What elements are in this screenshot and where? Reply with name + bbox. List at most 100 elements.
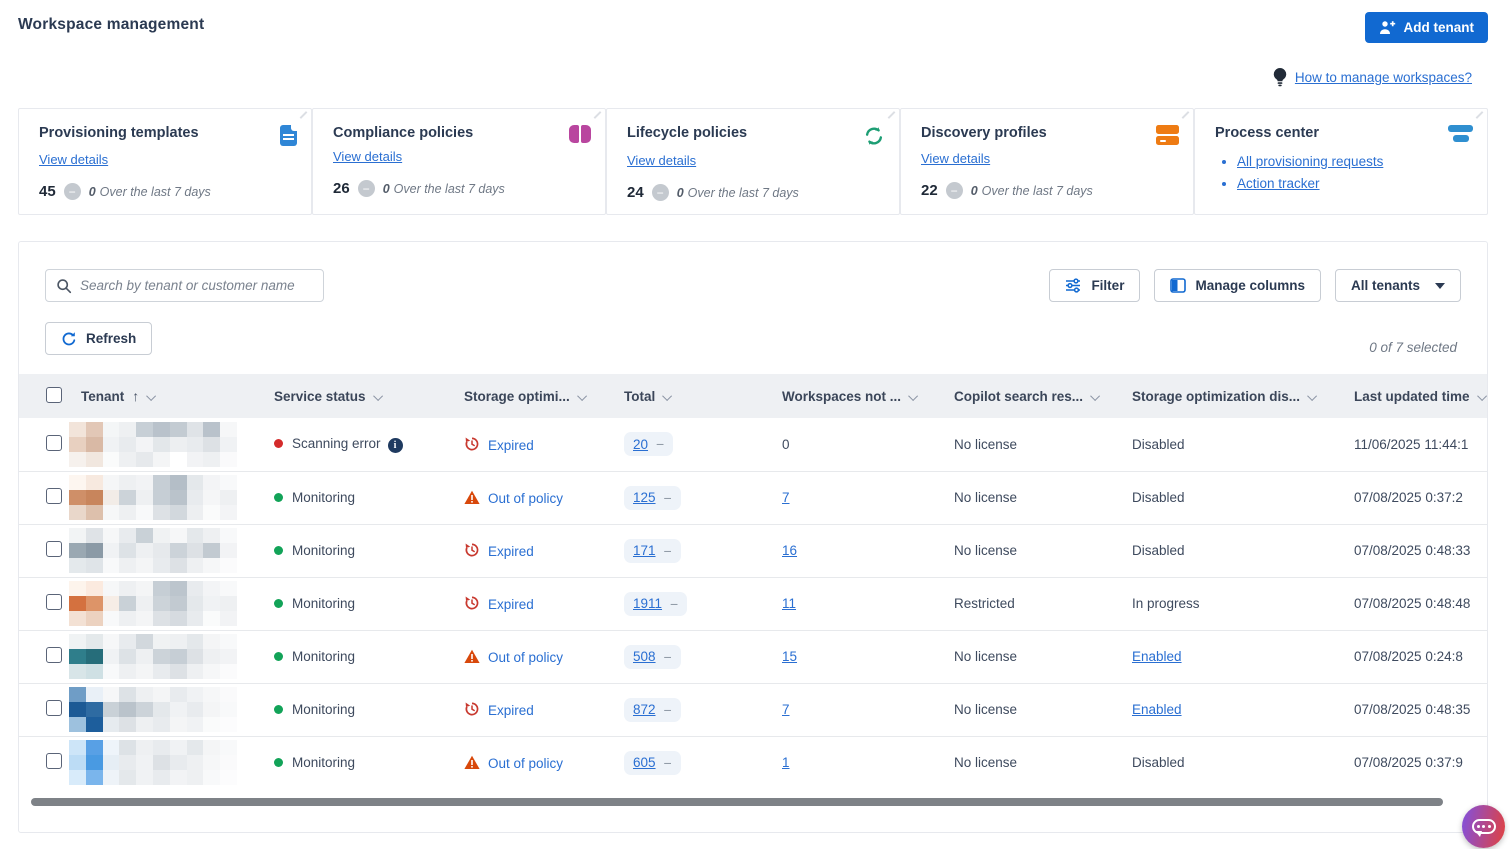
how-to-manage-link[interactable]: How to manage workspaces?: [1295, 70, 1472, 85]
total-link[interactable]: 872: [633, 702, 656, 717]
stack-icon: [1448, 125, 1473, 144]
total-pill: 1911−: [624, 592, 687, 616]
filter-button[interactable]: Filter: [1049, 269, 1140, 302]
redacted-tenant-name: [69, 475, 237, 520]
workspaces-not-link[interactable]: 11: [782, 596, 796, 611]
filter-sliders-icon: [1065, 278, 1082, 293]
row-checkbox[interactable]: [46, 541, 62, 557]
tenant-scope-dropdown[interactable]: All tenants: [1335, 269, 1461, 302]
column-header-storage-optimization[interactable]: Storage optimi...: [446, 374, 606, 418]
workspaces-not-link[interactable]: 7: [782, 490, 790, 505]
table-row[interactable]: Monitoring Out of policy 508− 15 No lice…: [19, 630, 1488, 683]
chevron-down-icon[interactable]: [1090, 391, 1100, 401]
action-tracker-link[interactable]: Action tracker: [1237, 176, 1320, 191]
total-link[interactable]: 125: [633, 490, 656, 505]
tenant-table-panel: Filter Manage columns All tenants Refres…: [18, 241, 1488, 833]
process-center-links: All provisioning requests Action tracker: [1237, 154, 1473, 191]
row-checkbox[interactable]: [46, 753, 62, 769]
selection-summary: 0 of 7 selected: [1369, 340, 1457, 355]
copilot-license: No license: [954, 755, 1017, 770]
total-link[interactable]: 1911: [633, 596, 662, 611]
chevron-down-icon[interactable]: [1307, 391, 1317, 401]
copilot-license: No license: [954, 649, 1017, 664]
chevron-down-icon[interactable]: [146, 391, 156, 401]
history-icon: [464, 701, 480, 717]
storage-status-link[interactable]: Expired: [488, 438, 534, 453]
column-header-copilot-search[interactable]: Copilot search res...: [936, 374, 1114, 418]
table-row[interactable]: Monitoring Out of policy 605− 1 No licen…: [19, 736, 1488, 789]
manage-columns-button[interactable]: Manage columns: [1154, 269, 1321, 302]
chevron-down-icon[interactable]: [373, 391, 383, 401]
column-header-workspaces-not[interactable]: Workspaces not ...: [764, 374, 936, 418]
chevron-down-icon[interactable]: [662, 391, 672, 401]
status-dot-ok: [274, 546, 283, 555]
copilot-license: No license: [954, 437, 1017, 452]
info-icon[interactable]: i: [388, 438, 403, 453]
workspaces-not-link[interactable]: 15: [782, 649, 797, 664]
warning-icon: [464, 755, 480, 770]
row-checkbox[interactable]: [46, 435, 62, 451]
view-details-link[interactable]: View details: [333, 149, 402, 164]
row-checkbox[interactable]: [46, 594, 62, 610]
chevron-down-icon[interactable]: [577, 391, 587, 401]
storage-status-link[interactable]: Expired: [488, 703, 534, 718]
chevron-down-icon[interactable]: [1477, 391, 1487, 401]
all-provisioning-requests-link[interactable]: All provisioning requests: [1237, 154, 1383, 169]
storage-opt-display-link[interactable]: Enabled: [1132, 702, 1182, 717]
chevron-down-icon[interactable]: [908, 391, 918, 401]
view-details-link[interactable]: View details: [627, 153, 696, 168]
summary-cards: Provisioning templates View details 45 −…: [18, 108, 1488, 215]
row-checkbox[interactable]: [46, 647, 62, 663]
document-icon: [280, 125, 297, 146]
row-checkbox[interactable]: [46, 488, 62, 504]
select-all-checkbox[interactable]: [46, 387, 62, 403]
view-details-link[interactable]: View details: [921, 151, 990, 166]
workspace-management-page: Workspace management Add tenant How to m…: [0, 0, 1510, 849]
column-header-service-status[interactable]: Service status: [256, 374, 446, 418]
service-status: Monitoring: [292, 490, 355, 505]
workspaces-not-link[interactable]: 16: [782, 543, 797, 558]
table-row[interactable]: Scanning errori Expired 20− 0 No license…: [19, 418, 1488, 471]
card-discovery-profiles: Discovery profiles View details 22 − 0Ov…: [900, 108, 1194, 215]
search-input[interactable]: [80, 278, 313, 293]
table-row[interactable]: Monitoring Out of policy 125− 7 No licen…: [19, 471, 1488, 524]
status-dot-error: [274, 439, 283, 448]
refresh-button[interactable]: Refresh: [45, 322, 152, 355]
warning-icon: [464, 490, 480, 505]
table-row[interactable]: Monitoring Expired 171− 16 No license Di…: [19, 524, 1488, 577]
add-tenant-button[interactable]: Add tenant: [1365, 12, 1489, 43]
history-icon: [464, 436, 480, 452]
total-link[interactable]: 605: [633, 755, 656, 770]
dash-icon: −: [664, 490, 672, 506]
column-header-last-updated[interactable]: Last updated time: [1336, 374, 1488, 418]
total-link[interactable]: 20: [633, 437, 648, 452]
storage-status-link[interactable]: Out of policy: [488, 756, 563, 771]
chat-widget-button[interactable]: [1462, 805, 1505, 848]
refresh-label: Refresh: [86, 331, 136, 346]
table-row[interactable]: Monitoring Expired 1911− 11 Restricted I…: [19, 577, 1488, 630]
column-header-total[interactable]: Total: [606, 374, 764, 418]
search-icon: [56, 278, 72, 294]
card-count: 26: [333, 180, 350, 197]
total-link[interactable]: 171: [633, 543, 656, 558]
view-details-link[interactable]: View details: [39, 152, 108, 167]
row-checkbox[interactable]: [46, 700, 62, 716]
person-plus-icon: [1379, 20, 1396, 35]
total-link[interactable]: 508: [633, 649, 656, 664]
storage-opt-display: Disabled: [1132, 437, 1185, 452]
storage-status-link[interactable]: Expired: [488, 597, 534, 612]
no-change-icon: −: [946, 182, 963, 199]
storage-status-link[interactable]: Out of policy: [488, 491, 563, 506]
search-box[interactable]: [45, 269, 324, 302]
horizontal-scrollbar[interactable]: [31, 798, 1443, 806]
no-change-icon: −: [64, 183, 81, 200]
workspaces-not-link[interactable]: 1: [782, 755, 790, 770]
storage-opt-display-link[interactable]: Enabled: [1132, 649, 1182, 664]
storage-status-link[interactable]: Expired: [488, 544, 534, 559]
workspaces-not-link[interactable]: 7: [782, 702, 790, 717]
card-delta: 0Over the last 7 days: [89, 185, 211, 199]
column-header-storage-opt-display[interactable]: Storage optimization dis...: [1114, 374, 1336, 418]
storage-status-link[interactable]: Out of policy: [488, 650, 563, 665]
column-header-tenant[interactable]: Tenant↑: [69, 374, 256, 418]
table-row[interactable]: Monitoring Expired 872− 7 No license Ena…: [19, 683, 1488, 736]
